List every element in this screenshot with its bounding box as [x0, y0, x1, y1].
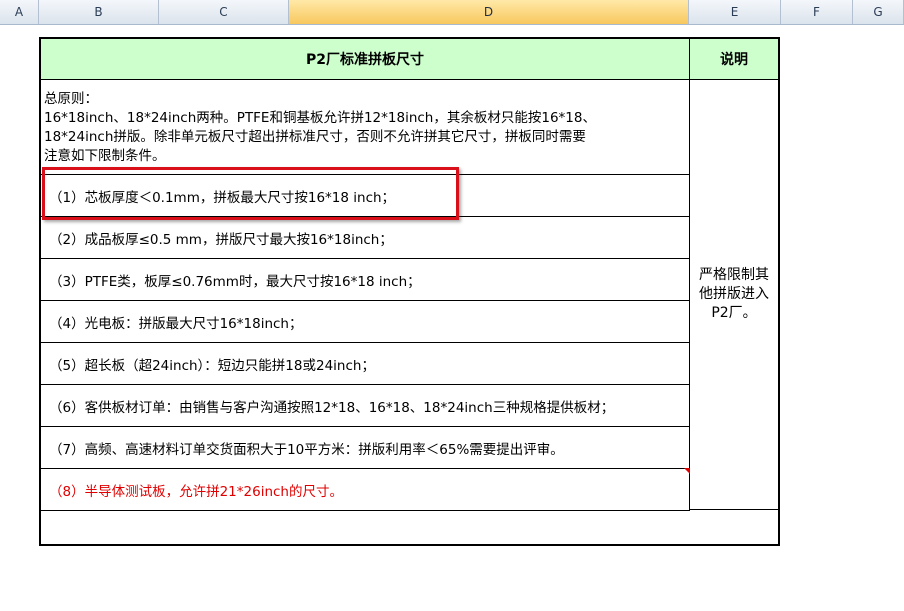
note-line: 他拼版进入: [699, 286, 769, 302]
rule-text: （4）光电板：拼版最大尺寸16*18inch；: [49, 315, 303, 332]
column-header-d[interactable]: D: [289, 0, 689, 24]
note-cell[interactable]: 严格限制其 他拼版进入 P2厂。: [690, 80, 778, 510]
rule-text: （5）超长板（超24inch）：短边只能拼18或24inch；: [49, 357, 375, 374]
column-header-g[interactable]: G: [853, 0, 904, 24]
rule-text: （2）成品板厚≤0.5 mm，拼版尺寸最大按16*18inch；: [49, 231, 393, 248]
note-text: 严格限制其 他拼版进入 P2厂。: [699, 266, 769, 323]
rule-row-3[interactable]: （3）PTFE类，板厚≤0.76mm时，最大尺寸按16*18 inch；: [41, 259, 690, 301]
note-header: 说明: [720, 52, 748, 68]
empty-bottom-cell[interactable]: [41, 510, 778, 544]
column-header-e[interactable]: E: [689, 0, 781, 24]
rule-row-6[interactable]: （6）客供板材订单：由销售与客户沟通按照12*18、16*18、18*24inc…: [41, 385, 690, 427]
panel-size-table: P2厂标准拼板尺寸 说明 总原则： 16*18inch、18*24inch两种。…: [39, 37, 780, 546]
note-line: 严格限制其: [699, 267, 769, 283]
column-header-c[interactable]: C: [159, 0, 289, 24]
column-header-f[interactable]: F: [781, 0, 853, 24]
table-title: P2厂标准拼板尺寸: [305, 52, 424, 68]
general-line: 18*24inch拼版。除非单元板尺寸超出拼标准尺寸，否则不允许拼其它尺寸，拼板…: [44, 129, 586, 145]
note-line: P2厂。: [711, 305, 757, 321]
rule-text: （3）PTFE类，板厚≤0.76mm时，最大尺寸按16*18 inch；: [49, 273, 421, 290]
note-header-cell[interactable]: 说明: [690, 39, 778, 80]
rule-text: （8）半导体测试板，允许拼21*26inch的尺寸。: [49, 483, 343, 500]
rule-row-7[interactable]: （7）高频、高速材料订单交货面积大于10平方米：拼版利用率＜65%需要提出评审。: [41, 427, 690, 469]
table-title-cell[interactable]: P2厂标准拼板尺寸: [41, 39, 690, 80]
rule-row-8[interactable]: （8）半导体测试板，允许拼21*26inch的尺寸。: [41, 469, 690, 511]
column-header-bar: A B C D E F G: [0, 0, 904, 25]
column-header-b[interactable]: B: [39, 0, 159, 24]
rule-row-4[interactable]: （4）光电板：拼版最大尺寸16*18inch；: [41, 301, 690, 343]
rule-text: （7）高频、高速材料订单交货面积大于10平方米：拼版利用率＜65%需要提出评审。: [49, 441, 564, 458]
general-principle-cell[interactable]: 总原则： 16*18inch、18*24inch两种。PTFE和铜基板允许拼12…: [41, 80, 690, 175]
rule-text: （6）客供板材订单：由销售与客户沟通按照12*18、16*18、18*24inc…: [49, 399, 615, 416]
comment-indicator-icon[interactable]: [684, 468, 690, 474]
general-line: 总原则：: [44, 91, 98, 107]
rule-row-5[interactable]: （5）超长板（超24inch）：短边只能拼18或24inch；: [41, 343, 690, 385]
general-line: 注意如下限制条件。: [44, 148, 166, 164]
rule-row-2[interactable]: （2）成品板厚≤0.5 mm，拼版尺寸最大按16*18inch；: [41, 217, 690, 259]
highlight-box: [42, 167, 459, 220]
general-line: 16*18inch、18*24inch两种。PTFE和铜基板允许拼12*18in…: [44, 110, 596, 126]
column-header-a[interactable]: A: [0, 0, 39, 24]
